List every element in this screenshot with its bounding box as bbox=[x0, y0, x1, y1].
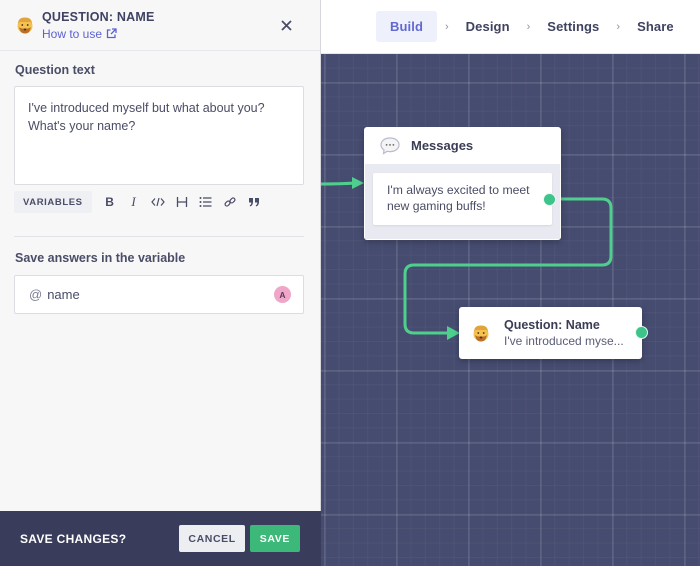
close-button[interactable] bbox=[275, 14, 297, 36]
external-link-icon bbox=[106, 28, 117, 39]
tab-settings[interactable]: Settings bbox=[538, 12, 608, 41]
chevron-right-icon: › bbox=[526, 20, 531, 33]
question-text-label: Question text bbox=[15, 63, 95, 77]
link-button[interactable] bbox=[218, 191, 242, 213]
save-variable-input[interactable]: @ name A bbox=[14, 275, 304, 314]
question-editor-panel: QUESTION: NAME How to use Question text … bbox=[0, 0, 321, 566]
variables-button[interactable]: VARIABLES bbox=[14, 191, 92, 213]
messages-node-body: I'm always excited to meet new gaming bu… bbox=[365, 164, 560, 239]
chevron-right-icon: › bbox=[616, 20, 621, 33]
top-navigation: Build › Design › Settings › Share bbox=[321, 0, 700, 54]
panel-title: QUESTION: NAME bbox=[42, 9, 155, 24]
how-to-use-label: How to use bbox=[42, 26, 103, 41]
save-changes-label: SAVE CHANGES? bbox=[20, 531, 127, 546]
heading-icon bbox=[176, 197, 187, 207]
italic-icon: I bbox=[131, 194, 136, 209]
italic-button[interactable]: I bbox=[122, 191, 146, 213]
quote-button[interactable] bbox=[242, 191, 266, 213]
message-bubble[interactable]: I'm always excited to meet new gaming bu… bbox=[373, 173, 552, 225]
cancel-button[interactable]: CANCEL bbox=[179, 525, 245, 552]
variable-type-badge: A bbox=[274, 286, 291, 303]
question-node[interactable]: Question: Name I've introduced myse... bbox=[459, 307, 642, 359]
person-bearded-emoji bbox=[15, 15, 35, 35]
tab-build[interactable]: Build bbox=[376, 11, 437, 42]
code-icon bbox=[150, 197, 165, 207]
messages-output-port[interactable] bbox=[543, 193, 556, 206]
list-icon bbox=[199, 197, 212, 207]
question-output-port[interactable] bbox=[635, 326, 648, 339]
bold-button[interactable]: B bbox=[98, 191, 122, 213]
messages-node[interactable]: Messages I'm always excited to meet new … bbox=[364, 127, 561, 240]
save-button[interactable]: SAVE bbox=[249, 525, 300, 552]
quote-icon bbox=[248, 198, 259, 207]
save-changes-bar: SAVE CHANGES? CANCEL SAVE bbox=[0, 511, 321, 566]
chevron-right-icon: › bbox=[445, 20, 449, 33]
how-to-use-link[interactable]: How to use bbox=[42, 27, 275, 41]
code-button[interactable] bbox=[146, 191, 170, 213]
variable-name-value: name bbox=[47, 287, 80, 302]
messages-node-title: Messages bbox=[411, 138, 474, 153]
flow-canvas[interactable] bbox=[321, 0, 700, 566]
close-icon bbox=[280, 19, 292, 31]
section-divider bbox=[14, 236, 304, 237]
heading-button[interactable] bbox=[170, 191, 194, 213]
person-bearded-emoji bbox=[471, 323, 491, 343]
messages-node-header: Messages bbox=[364, 127, 561, 164]
at-sign-icon: @ bbox=[29, 287, 43, 302]
save-variable-label: Save answers in the variable bbox=[15, 251, 186, 265]
tab-share[interactable]: Share bbox=[628, 12, 683, 41]
tab-design[interactable]: Design bbox=[457, 12, 519, 41]
link-icon bbox=[224, 197, 236, 207]
question-node-preview: I've introduced myse... bbox=[504, 334, 624, 348]
panel-header: QUESTION: NAME How to use bbox=[0, 0, 320, 51]
question-node-title: Question: Name bbox=[504, 318, 600, 332]
bold-icon: B bbox=[105, 195, 114, 209]
speech-bubble-icon bbox=[380, 136, 400, 155]
formatting-toolbar: VARIABLES B I bbox=[14, 191, 266, 213]
question-text-input[interactable]: I've introduced myself but what about yo… bbox=[14, 86, 304, 185]
list-button[interactable] bbox=[194, 191, 218, 213]
